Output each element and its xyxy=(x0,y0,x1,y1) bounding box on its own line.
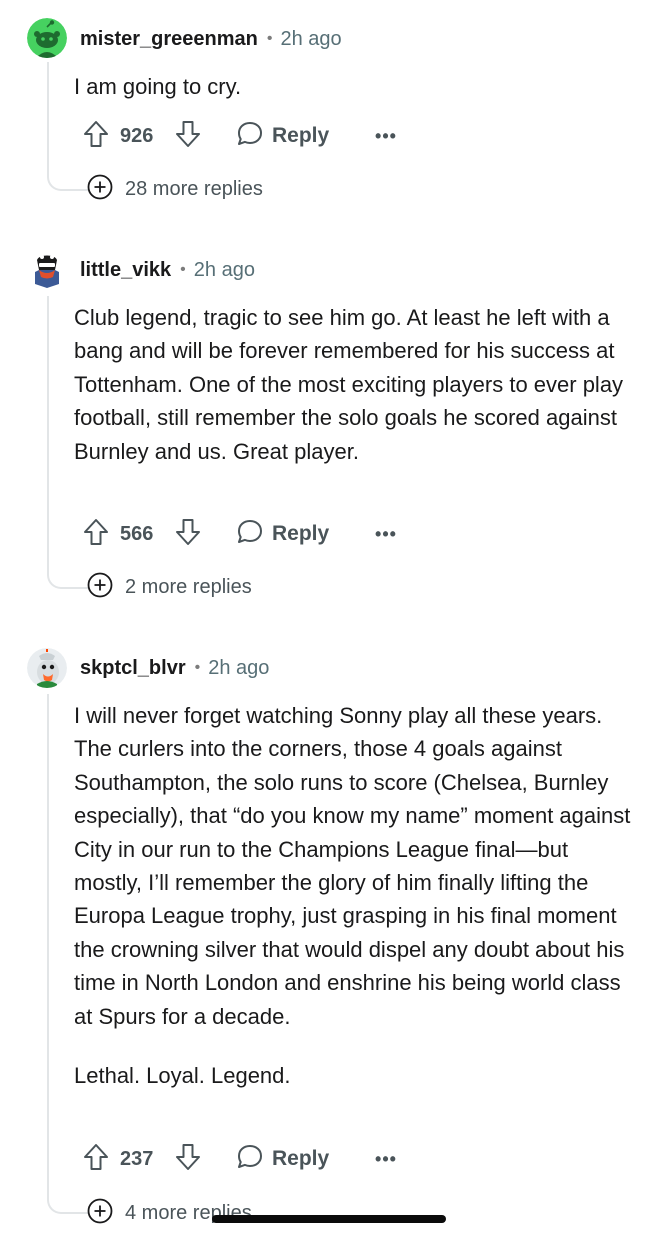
comment-body: I will never forget watching Sonny play … xyxy=(74,699,634,1092)
action-bar: 237 Reply ••• xyxy=(80,1142,420,1176)
comment-paragraph: I will never forget watching Sonny play … xyxy=(74,703,631,1029)
comment-paragraph: Lethal. Loyal. Legend. xyxy=(74,1063,291,1089)
plus-circle-icon xyxy=(87,1198,113,1229)
arrow-down-outline-icon xyxy=(175,1143,201,1176)
ellipsis-icon: ••• xyxy=(375,1148,397,1169)
more-replies-link[interactable]: 4 more replies xyxy=(87,1198,252,1228)
more-options-button[interactable]: ••• xyxy=(374,1142,398,1176)
downvote-button[interactable] xyxy=(172,1142,204,1176)
comment-meta: skptcl_blvr • 2h ago xyxy=(80,653,269,683)
username[interactable]: skptcl_blvr xyxy=(80,657,186,680)
reply-button[interactable]: Reply xyxy=(236,1142,329,1176)
arrow-up-outline-icon xyxy=(83,1143,109,1176)
comment: skptcl_blvr • 2h ago I will never forget… xyxy=(0,0,658,1238)
avatar[interactable] xyxy=(27,648,67,688)
upvote-button[interactable] xyxy=(80,1142,112,1176)
reply-label: Reply xyxy=(272,1147,330,1170)
speech-bubble-icon xyxy=(236,1143,264,1176)
timestamp: 2h ago xyxy=(208,656,270,679)
vote-score: 237 xyxy=(120,1148,154,1170)
home-indicator[interactable] xyxy=(212,1215,446,1223)
separator-dot: • xyxy=(194,659,201,676)
